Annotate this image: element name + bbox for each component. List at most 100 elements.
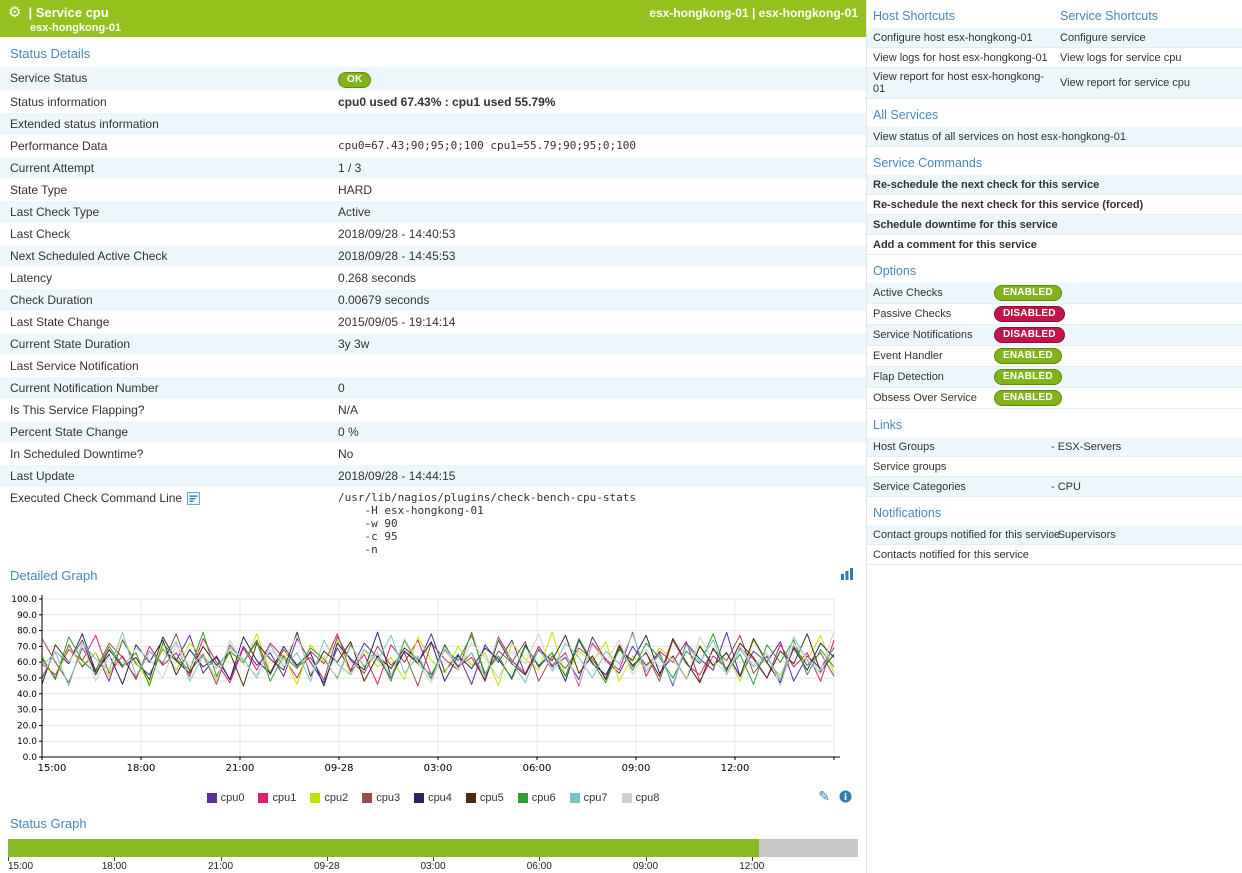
service-command-link[interactable]: Re-schedule the next check for this serv… [867,196,1242,214]
status-row-value: N/A [332,399,866,420]
legend-label: cpu8 [636,792,660,804]
legend-item-cpu4: cpu4 [414,789,452,807]
notification-label: Contact groups notified for this service [867,526,1051,544]
status-row-value [332,355,866,362]
svg-text:50.0: 50.0 [17,674,37,684]
option-label: Event Handler [867,347,994,365]
legend-swatch-cpu5 [466,793,476,803]
notifications-heading[interactable]: Notifications [867,497,1242,525]
service-shortcut-link[interactable]: View logs for service cpu [1054,49,1242,67]
detailed-graph-heading[interactable]: Detailed Graph [0,559,97,589]
legend-item-cpu6: cpu6 [518,789,556,807]
host-shortcut-link[interactable]: Configure host esx-hongkong-01 [867,29,1054,47]
options-table: Active ChecksENABLEDPassive ChecksDISABL… [867,283,1242,409]
svg-text:09:00: 09:00 [622,763,651,774]
option-state-cell: ENABLED [994,388,1242,408]
link-row: Host Groups- ESX-Servers [867,437,1242,457]
links-heading[interactable]: Links [867,409,1242,437]
status-row-label: Current Attempt [0,157,332,178]
status-row-label: In Scheduled Downtime? [0,443,332,464]
service-command-link[interactable]: Add a comment for this service [867,236,1242,254]
service-command-row[interactable]: Add a comment for this service [867,235,1242,255]
all-services-heading[interactable]: All Services [867,99,1242,127]
info-icon[interactable] [839,790,852,803]
status-row: Current Attempt1 / 3 [0,157,866,179]
status-row-value: Active [332,201,866,222]
legend-swatch-cpu0 [207,793,217,803]
bar-chart-icon[interactable] [840,567,854,581]
status-row: Last Check2018/09/28 - 14:40:53 [0,223,866,245]
notification-row: Contact groups notified for this service… [867,525,1242,545]
option-state-badge: ENABLED [994,369,1062,385]
service-command-link[interactable]: Schedule downtime for this service [867,216,1242,234]
option-label: Active Checks [867,284,994,302]
service-shortcuts-heading[interactable]: Service Shortcuts [1054,0,1242,28]
option-state-cell: ENABLED [994,367,1242,387]
legend-swatch-cpu2 [310,793,320,803]
option-state-badge: ENABLED [994,348,1062,364]
options-heading[interactable]: Options [867,255,1242,283]
status-row: Performance Datacpu0=67.43;90;95;0;100 c… [0,135,866,157]
host-shortcut-link[interactable]: View logs for host esx-hongkong-01 [867,49,1054,67]
status-row-label-text: Status information [10,95,107,109]
status-row-value: 3y 3w [332,333,866,354]
service-command-row[interactable]: Re-schedule the next check for this serv… [867,195,1242,215]
service-command-row[interactable]: Schedule downtime for this service [867,215,1242,235]
status-row: Check Duration0.00679 seconds [0,289,866,311]
option-row: Event HandlerENABLED [867,346,1242,367]
status-row: Last Service Notification [0,355,866,377]
status-row-label: Performance Data [0,135,332,156]
status-row-label: Last Check Type [0,201,332,222]
status-row-label-text: Last Check Type [10,205,99,219]
edit-graph-icon[interactable]: ✎ [818,789,830,803]
status-graph-heading[interactable]: Status Graph [0,807,866,837]
status-row-label-text: Latency [10,271,52,285]
host-shortcuts-heading[interactable]: Host Shortcuts [867,0,1054,28]
service-header: ⚙ | Service cpu esx-hongkong-01 | esx-ho… [0,0,866,37]
service-command-link[interactable]: Re-schedule the next check for this serv… [867,176,1242,194]
svg-text:80.0: 80.0 [17,627,37,637]
status-row: Latency0.268 seconds [0,267,866,289]
service-shortcut-link[interactable]: View report for service cpu [1054,74,1242,92]
link-value[interactable]: - CPU [1051,478,1242,496]
option-state-badge: DISABLED [994,327,1065,343]
notification-value[interactable]: - Supervisors [1051,526,1242,544]
legend-swatch-cpu7 [570,793,580,803]
status-row-value: /usr/lib/nagios/plugins/check-bench-cpu-… [332,487,866,559]
svg-text:06:00: 06:00 [523,763,552,774]
status-details-heading[interactable]: Status Details [0,37,866,67]
command-info-icon[interactable] [187,492,200,505]
status-row: Executed Check Command Line/usr/lib/nagi… [0,487,866,559]
all-services-link[interactable]: View status of all services on host esx-… [867,128,1130,146]
host-shortcut-link[interactable]: View report for host esx-hongkong-01 [867,68,1054,98]
status-graph-labels: 15:0018:0021:0009-2803:0006:0009:0012:00 [8,857,858,873]
service-shortcut-link[interactable]: Configure service [1054,29,1242,47]
option-state-cell: ENABLED [994,283,1242,303]
service-command-row[interactable]: Re-schedule the next check for this serv… [867,175,1242,195]
status-details-table: Service StatusOKStatus informationcpu0 u… [0,67,866,559]
legend-swatch-cpu8 [622,793,632,803]
status-row-label-text: Last Check [10,227,70,241]
legend-label: cpu4 [428,792,452,804]
service-commands-heading[interactable]: Service Commands [867,147,1242,175]
status-row: Percent State Change0 % [0,421,866,443]
svg-text:18:00: 18:00 [127,763,156,774]
svg-text:03:00: 03:00 [424,763,453,774]
status-row-label-text: Extended status information [10,117,159,131]
svg-text:100.0: 100.0 [11,595,37,605]
cpu-usage-chart-area: 0.010.020.030.040.050.060.070.080.090.01… [0,589,866,786]
status-row-value: HARD [332,179,866,200]
notification-value [1051,552,1242,558]
links-table: Host Groups- ESX-ServersService groupsSe… [867,437,1242,497]
status-row-label-text: Percent State Change [10,425,128,439]
shortcuts-headings: Host Shortcuts Service Shortcuts [867,0,1242,28]
header-host-links[interactable]: esx-hongkong-01 | esx-hongkong-01 [649,6,858,20]
link-value[interactable]: - ESX-Servers [1051,438,1242,456]
status-row-label-text: Last State Change [10,315,109,329]
svg-text:70.0: 70.0 [17,642,37,652]
legend-label: cpu0 [221,792,245,804]
settings-gear-icon[interactable]: ⚙ [8,5,21,20]
page: ⚙ | Service cpu esx-hongkong-01 | esx-ho… [0,0,1242,873]
all-services-table: View status of all services on host esx-… [867,127,1242,147]
option-label: Service Notifications [867,326,994,344]
